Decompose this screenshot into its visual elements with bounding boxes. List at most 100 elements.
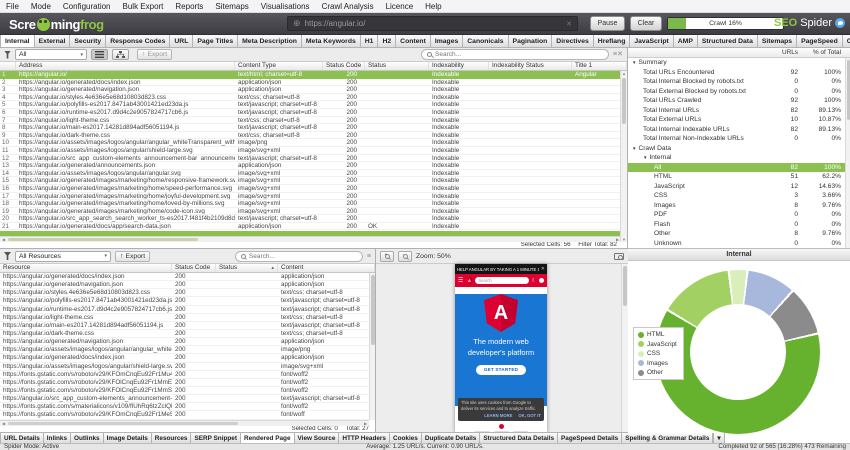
resource-row[interactable]: https://angular.io/assets/images/logos/a…: [0, 346, 369, 354]
zoom-in-button[interactable]: +: [380, 251, 394, 262]
resource-row[interactable]: https://fonts.gstatic.com/s/roboto/v29/K…: [0, 371, 369, 379]
resources-filter-select[interactable]: All Resources ▾: [15, 251, 111, 262]
table-row[interactable]: 21https://angular.io/generated/docs/app/…: [0, 223, 621, 231]
tab-security[interactable]: Security: [70, 35, 106, 47]
resource-row[interactable]: https://angular.io/assets/images/logos/a…: [0, 363, 369, 371]
table-row[interactable]: 3https://angular.io/generated/navigation…: [0, 86, 621, 94]
bottom-tab-inlinks[interactable]: Inlinks: [44, 433, 71, 443]
pct-column-header[interactable]: % of Total: [798, 48, 850, 57]
expand-arrow-icon[interactable]: ▼: [632, 60, 636, 65]
scrollbar-thumb[interactable]: [371, 275, 375, 345]
detail-tabs-overflow-button[interactable]: ▾: [713, 433, 724, 443]
urls-column-header[interactable]: URLs: [762, 48, 798, 57]
tab-canonicals[interactable]: Canonicals: [463, 35, 508, 47]
resource-row[interactable]: https://angular.io/styles.4e636e5e68d108…: [0, 289, 369, 297]
resources-search-input[interactable]: [249, 253, 357, 260]
menu-item-help[interactable]: Help: [425, 2, 441, 11]
scroll-up-icon[interactable]: ▲: [621, 71, 627, 76]
twitter-icon[interactable]: [835, 18, 845, 28]
tab-pagespeed[interactable]: PageSpeed: [797, 35, 843, 47]
bottom-tab-outlinks[interactable]: Outlinks: [71, 433, 104, 443]
bottom-tab-view-source[interactable]: View Source: [295, 433, 340, 443]
tab-hreflang[interactable]: Hreflang: [594, 35, 631, 47]
menu-item-file[interactable]: File: [6, 2, 19, 11]
menu-item-reports[interactable]: Reports: [175, 2, 203, 11]
clear-button[interactable]: Clear: [630, 16, 662, 31]
menu-item-crawl-analysis[interactable]: Crawl Analysis: [322, 2, 374, 11]
search-input[interactable]: [435, 51, 603, 58]
bottom-tab-duplicate-details[interactable]: Duplicate Details: [422, 433, 481, 443]
tab-response-codes[interactable]: Response Codes: [106, 35, 170, 47]
menu-item-mode[interactable]: Mode: [31, 2, 51, 11]
bottom-tab-serp-snippet[interactable]: SERP Snippet: [191, 433, 241, 443]
bottom-tab-http-headers[interactable]: HTTP Headers: [339, 433, 390, 443]
resource-row[interactable]: https://angular.io/generated/navigation.…: [0, 281, 369, 289]
column-header-title-1[interactable]: Title 1: [572, 62, 627, 70]
table-row[interactable]: 11https://angular.io/assets/images/logos…: [0, 147, 621, 155]
table-row[interactable]: 1https://angular.io/text/html; charset=u…: [0, 71, 621, 79]
resource-row[interactable]: https://angular.io/generated/navigation.…: [0, 338, 369, 346]
tab-h1[interactable]: H1: [361, 35, 379, 47]
overview-row-total-external-urls[interactable]: Total External URLs1010.87%: [628, 115, 850, 125]
table-row[interactable]: 5https://angular.io/polyfills-es2017.847…: [0, 101, 621, 109]
tab-external[interactable]: External: [35, 35, 71, 47]
horizontal-scrollbar[interactable]: ◀ ▶: [0, 236, 621, 242]
resource-row[interactable]: https://fonts.gstatic.com/s/roboto/v29/K…: [0, 411, 369, 419]
bottom-tab-pagespeed-details[interactable]: PageSpeed Details: [558, 433, 622, 443]
menu-lines-icon[interactable]: ≡: [367, 253, 371, 260]
overview-row-flash[interactable]: Flash00%: [628, 220, 850, 230]
table-row[interactable]: 17https://angular.io/generated/images/ma…: [0, 193, 621, 201]
scroll-left-icon[interactable]: ◀: [0, 421, 7, 426]
column-header-content[interactable]: Content: [278, 264, 375, 272]
table-row[interactable]: 19https://angular.io/generated/images/ma…: [0, 208, 621, 216]
tab-page-titles[interactable]: Page Titles: [193, 35, 238, 47]
tab-content[interactable]: Content: [396, 35, 431, 47]
menu-item-licence[interactable]: Licence: [386, 2, 414, 11]
table-row[interactable]: 9https://angular.io/dark-theme.csstext/c…: [0, 132, 621, 140]
column-header-resource[interactable]: Resource: [0, 264, 172, 272]
scroll-right-icon[interactable]: ▶: [362, 421, 369, 426]
tab-internal[interactable]: Internal: [0, 35, 35, 47]
tab-pagination[interactable]: Pagination: [509, 35, 553, 47]
menu-item-sitemaps[interactable]: Sitemaps: [215, 2, 248, 11]
list-view-button[interactable]: [91, 49, 108, 60]
overview-row-total-internal-non-indexable-urls[interactable]: Total Internal Non-Indexable URLs00%: [628, 134, 850, 144]
vertical-scrollbar[interactable]: ▲ ▼: [620, 71, 627, 242]
resource-row[interactable]: https://angular.io/src_app_custom-elemen…: [0, 395, 369, 403]
resource-row[interactable]: https://fonts.gstatic.com/s/roboto/v29/K…: [0, 379, 369, 387]
search-box[interactable]: [421, 49, 609, 60]
pause-button[interactable]: Pause: [590, 16, 625, 31]
table-row[interactable]: 10https://angular.io/assets/images/logos…: [0, 139, 621, 147]
url-bar[interactable]: ⊕ ✕: [287, 16, 578, 31]
overview-row-unknown[interactable]: Unknown00%: [628, 239, 850, 249]
resource-row[interactable]: https://angular.io/dark-theme.css200text…: [0, 330, 369, 338]
overview-row-internal[interactable]: ▼Internal: [628, 153, 850, 163]
tab-javascript[interactable]: JavaScript: [630, 35, 673, 47]
tab-h2[interactable]: H2: [378, 35, 396, 47]
tab-amp[interactable]: AMP: [674, 35, 698, 47]
tab-images[interactable]: Images: [431, 35, 463, 47]
column-header-status[interactable]: Status▲: [216, 264, 278, 272]
bottom-tab-image-details[interactable]: Image Details: [104, 433, 152, 443]
table-row[interactable]: 20https://angular.io/src_app_search_sear…: [0, 215, 621, 223]
table-row[interactable]: 6https://angular.io/runtime-es2017.d9d4c…: [0, 109, 621, 117]
overview-row-all[interactable]: All82100%: [628, 163, 850, 173]
tab-directives[interactable]: Directives: [552, 35, 594, 47]
scrollbar-thumb[interactable]: [622, 78, 626, 124]
table-row[interactable]: 4https://angular.io/styles.4e636e5e68d10…: [0, 94, 621, 102]
column-header-address[interactable]: Address: [16, 62, 235, 70]
table-row[interactable]: 2https://angular.io/generated/docs/index…: [0, 79, 621, 87]
menu-item-visualisations[interactable]: Visualisations: [261, 2, 310, 11]
column-header-status[interactable]: Status: [365, 62, 429, 70]
overview-row-images[interactable]: Images89.76%: [628, 201, 850, 211]
tree-view-button[interactable]: [112, 49, 129, 60]
tab-meta-keywords[interactable]: Meta Keywords: [302, 35, 361, 47]
vertical-scrollbar[interactable]: [621, 264, 628, 432]
table-row[interactable]: 15https://angular.io/generated/images/ma…: [0, 177, 621, 185]
tab-url[interactable]: URL: [170, 35, 193, 47]
clear-url-icon[interactable]: ✕: [566, 20, 572, 28]
resource-row[interactable]: https://angular.io/generated/docs/index.…: [0, 273, 369, 281]
table-row[interactable]: 13https://angular.io/generated/announcem…: [0, 162, 621, 170]
column-header-content-type[interactable]: Content Type: [235, 62, 323, 70]
scrollbar-thumb[interactable]: [8, 422, 238, 425]
